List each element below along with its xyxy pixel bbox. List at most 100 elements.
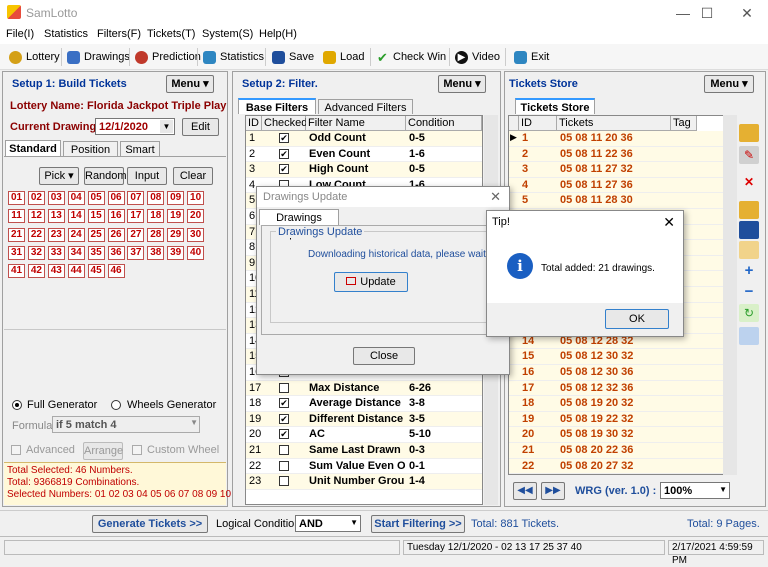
start-filtering-button[interactable]: Start Filtering >> xyxy=(371,515,465,533)
close-window-button[interactable]: ✕ xyxy=(724,0,768,26)
number-cell[interactable]: 08 xyxy=(147,191,165,205)
number-cell[interactable]: 30 xyxy=(187,227,205,242)
ticket-row[interactable]: 19 05 08 19 22 32 xyxy=(509,411,729,428)
number-cell[interactable]: 27 xyxy=(127,227,145,242)
filter-checkbox[interactable]: ✔ xyxy=(279,429,289,440)
ticket-row[interactable]: 20 05 08 19 30 32 xyxy=(509,427,729,443)
menu-statistics[interactable]: Statistics xyxy=(44,28,88,40)
number-cell[interactable]: 39 xyxy=(167,245,185,260)
number-cell[interactable]: 26 xyxy=(107,227,125,242)
ticket-row[interactable]: ▶ 1 05 08 11 20 36 xyxy=(509,131,729,147)
number-cell[interactable]: 38 xyxy=(147,245,165,260)
number-cell[interactable]: 45 xyxy=(87,264,105,279)
number-cell[interactable]: 22 xyxy=(27,227,45,242)
number-cell[interactable]: 16 xyxy=(107,209,125,224)
tab-smart[interactable]: Smart xyxy=(120,141,160,156)
number-cell[interactable]: 02 xyxy=(27,191,45,205)
filter-checkbox[interactable] xyxy=(279,476,289,487)
generate-tickets-button[interactable]: Generate Tickets >> xyxy=(92,515,208,533)
number-cell[interactable]: 18 xyxy=(147,209,165,224)
filter-row[interactable]: 19 ✔ Different Distance 3-5 xyxy=(246,411,482,428)
tab-base-filters[interactable]: Base Filters xyxy=(238,98,316,114)
clear-button[interactable]: Clear xyxy=(173,167,213,185)
number-cell[interactable]: 41 xyxy=(8,264,25,279)
ticket-row[interactable]: 2 05 08 11 22 36 xyxy=(509,146,729,163)
add-icon[interactable]: + xyxy=(739,262,759,280)
toolbar-statistics[interactable]: Statistics xyxy=(203,49,264,65)
ticket-row[interactable]: 17 05 08 12 32 36 xyxy=(509,380,729,397)
ticket-row[interactable]: 16 05 08 12 30 36 xyxy=(509,365,729,381)
number-cell[interactable]: 17 xyxy=(127,209,145,224)
filter-row[interactable]: 22 Sum Value Even Od 0-1 xyxy=(246,458,482,475)
number-cell[interactable]: 01 xyxy=(8,191,25,205)
number-cell[interactable]: 11 xyxy=(8,209,25,224)
number-cell[interactable]: 12 xyxy=(27,209,45,224)
number-cell[interactable]: 28 xyxy=(147,227,165,242)
toolbar-prediction[interactable]: Prediction xyxy=(135,49,201,65)
open-file-icon[interactable] xyxy=(739,201,759,219)
random-button[interactable]: Random xyxy=(84,167,127,185)
tab-standard[interactable]: Standard xyxy=(5,140,61,156)
custom-wheel-checkbox[interactable] xyxy=(132,445,142,455)
number-cell[interactable]: 10 xyxy=(187,191,205,205)
filter-row[interactable]: 2 ✔ Even Count 1-6 xyxy=(246,146,482,163)
number-cell[interactable]: 36 xyxy=(107,245,125,260)
printer-icon[interactable] xyxy=(739,327,759,345)
delete-icon[interactable]: ✕ xyxy=(739,173,759,191)
eraser-icon[interactable]: ✎ xyxy=(739,146,759,164)
input-button[interactable]: Input xyxy=(127,167,167,185)
number-cell[interactable]: 46 xyxy=(107,264,125,279)
ticket-row[interactable]: 21 05 08 20 22 36 xyxy=(509,443,729,459)
copy-icon[interactable] xyxy=(739,241,759,259)
number-cell[interactable]: 29 xyxy=(167,227,185,242)
number-cell[interactable]: 06 xyxy=(107,191,125,205)
toolbar-load[interactable]: Load xyxy=(323,49,364,65)
number-cell[interactable]: 37 xyxy=(127,245,145,260)
filter-checkbox[interactable]: ✔ xyxy=(279,164,289,175)
full-generator-radio[interactable] xyxy=(12,400,22,410)
tab-tickets-store[interactable]: Tickets Store xyxy=(515,98,595,114)
number-cell[interactable]: 20 xyxy=(187,209,205,224)
ticket-row[interactable]: 15 05 08 12 30 32 xyxy=(509,349,729,365)
filter-checkbox[interactable] xyxy=(279,460,289,471)
toolbar-lottery[interactable]: Lottery xyxy=(9,49,60,65)
toolbar-save[interactable]: Save xyxy=(272,49,314,65)
wheels-generator-radio[interactable] xyxy=(111,400,121,410)
number-cell[interactable]: 40 xyxy=(187,245,205,260)
number-cell[interactable]: 43 xyxy=(47,264,65,279)
number-cell[interactable]: 31 xyxy=(8,245,25,260)
number-cell[interactable]: 44 xyxy=(67,264,85,279)
number-cell[interactable]: 07 xyxy=(127,191,145,205)
filter-row[interactable]: 17 Max Distance 6-26 xyxy=(246,380,482,397)
number-cell[interactable]: 32 xyxy=(27,245,45,260)
number-cell[interactable]: 35 xyxy=(87,245,105,260)
setup2-menu-button[interactable]: Menu ▾ xyxy=(438,75,486,93)
toolbar-check-win[interactable]: ✔ Check Win xyxy=(376,49,446,65)
menu-help[interactable]: Help(H) xyxy=(259,28,297,40)
filter-checkbox[interactable]: ✔ xyxy=(279,413,289,424)
save-icon[interactable] xyxy=(739,221,759,239)
filter-checkbox[interactable] xyxy=(279,445,289,455)
number-cell[interactable]: 19 xyxy=(167,209,185,224)
drawings-dialog-tab[interactable]: Drawings Update xyxy=(259,209,339,240)
tab-advanced-filters[interactable]: Advanced Filters xyxy=(318,99,413,114)
number-cell[interactable]: 04 xyxy=(67,191,85,205)
filter-row[interactable]: 3 ✔ High Count 0-5 xyxy=(246,162,482,178)
update-button[interactable]: Update xyxy=(334,272,408,292)
edit-button[interactable]: Edit xyxy=(182,118,219,136)
filter-row[interactable]: 18 ✔ Average Distance 3-8 xyxy=(246,396,482,412)
menu-tickets[interactable]: Tickets(T) xyxy=(147,28,195,40)
close-icon[interactable]: ✕ xyxy=(663,214,675,231)
ticket-row[interactable]: 3 05 08 11 27 32 xyxy=(509,162,729,178)
store-menu-button[interactable]: Menu ▾ xyxy=(704,75,754,93)
filter-checkbox[interactable]: ✔ xyxy=(279,133,289,143)
filter-checkbox[interactable] xyxy=(279,382,289,393)
arrange-button[interactable]: Arrange xyxy=(83,442,123,460)
number-cell[interactable]: 24 xyxy=(67,227,85,242)
ticket-row[interactable]: 22 05 08 20 27 32 xyxy=(509,458,729,474)
close-icon[interactable]: ✕ xyxy=(490,189,501,205)
tickets-scrollbar[interactable] xyxy=(723,115,737,475)
menu-file[interactable]: File(I) xyxy=(6,28,34,40)
setup1-menu-button[interactable]: Menu ▾ xyxy=(166,75,214,93)
number-cell[interactable]: 09 xyxy=(167,191,185,205)
